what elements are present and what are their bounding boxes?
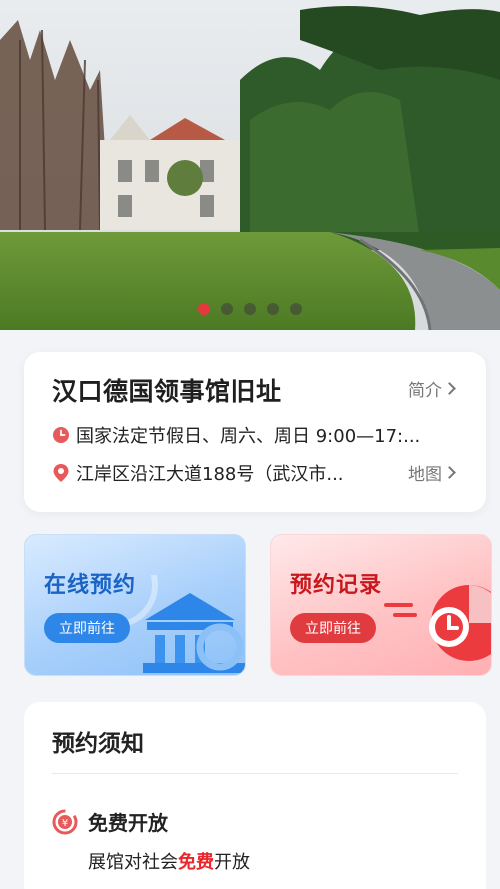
booking-records-card[interactable]: 预约记录 立即前往 — [270, 534, 492, 676]
notice-item-desc: 展馆对社会免费开放 — [88, 848, 250, 874]
online-booking-button[interactable]: 立即前往 — [44, 613, 130, 643]
intro-label: 简介 — [408, 381, 442, 401]
booking-records-title: 预约记录 — [290, 573, 383, 598]
svg-text:¥: ¥ — [62, 818, 68, 829]
chevron-right-icon — [443, 466, 456, 479]
yuan-coin-icon: ¥ — [52, 809, 78, 834]
hours-text: 国家法定节假日、周六、周日 9:00—17:... — [76, 426, 421, 447]
carousel-dot[interactable] — [290, 303, 302, 315]
address-text: 江岸区沿江大道188号（武汉市... — [76, 464, 344, 485]
venue-info-card: 汉口德国领事馆旧址 简介 国家法定节假日、周六、周日 9:00—17:... 江… — [24, 352, 486, 512]
carousel-dot[interactable] — [267, 303, 279, 315]
address: 江岸区沿江大道188号（武汉市... — [52, 460, 362, 486]
carousel-dot[interactable] — [198, 303, 210, 315]
opening-hours: 国家法定节假日、周六、周日 9:00—17:... — [52, 422, 462, 448]
desc-text: 开放 — [214, 852, 250, 873]
carousel-dot[interactable] — [244, 303, 256, 315]
divider — [52, 773, 458, 774]
chevron-right-icon — [443, 382, 456, 395]
carousel-indicator[interactable] — [0, 303, 500, 315]
notice-item-title: 免费开放 — [88, 811, 168, 835]
map-label: 地图 — [408, 465, 442, 485]
online-booking-card[interactable]: 在线预约 立即前往 — [24, 534, 246, 676]
location-pin-icon — [53, 464, 69, 482]
intro-link[interactable]: 简介 — [408, 376, 456, 401]
carousel-dot[interactable] — [221, 303, 233, 315]
booking-notice-card: 预约须知 ¥ 免费开放 展馆对社会免费开放 — [24, 702, 486, 889]
map-link[interactable]: 地图 — [408, 460, 456, 485]
clock-record-icon — [384, 585, 491, 661]
desc-highlight: 免费 — [178, 852, 214, 873]
venue-name: 汉口德国领事馆旧址 — [52, 377, 282, 406]
hero-banner[interactable] — [0, 0, 500, 330]
online-booking-title: 在线预约 — [44, 573, 137, 598]
desc-text: 展馆对社会 — [88, 852, 178, 873]
notice-title: 预约须知 — [52, 731, 144, 757]
clock-icon — [53, 427, 69, 443]
banner-photo — [0, 0, 500, 330]
booking-records-button[interactable]: 立即前往 — [290, 613, 376, 643]
museum-icon — [125, 575, 245, 673]
notice-item: ¥ 免费开放 — [52, 807, 168, 836]
